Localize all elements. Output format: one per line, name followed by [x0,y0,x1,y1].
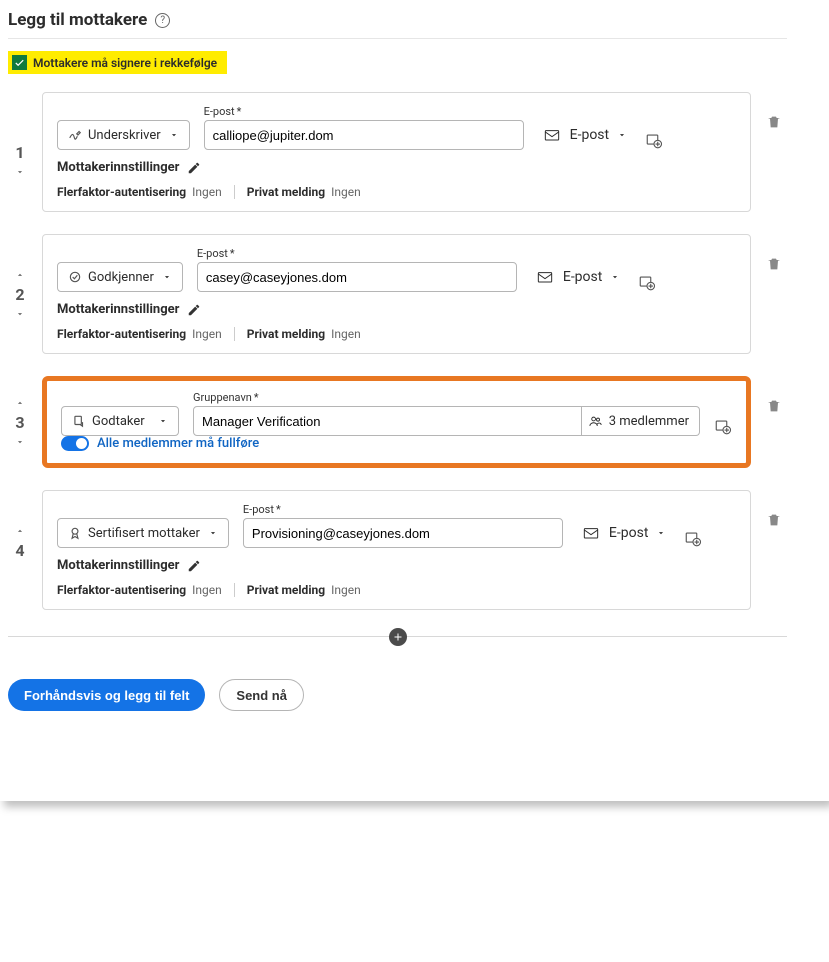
role-label: Underskriver [88,128,161,143]
order-number: 3 [15,413,24,432]
private-message-label: Privat melding [247,583,325,597]
mfa-value: Ingen [192,583,222,597]
toggle-label: Alle medlemmer må fullføre [97,436,259,451]
edit-settings-icon[interactable] [187,559,201,573]
mfa-label: Flerfaktor-autentisering [57,583,186,597]
private-message-label: Privat melding [247,327,325,341]
recipient-settings-heading: Mottakerinnstillinger [57,558,179,573]
mfa-label: Flerfaktor-autentisering [57,185,186,199]
email-label: E-post* [204,105,524,118]
order-column: 3 [8,376,32,468]
group-icon [588,414,603,429]
certified-icon [68,526,82,540]
preview-button[interactable]: Forhåndsvis og legg til felt [8,679,205,711]
email-input[interactable] [243,518,563,548]
delete-recipient-button[interactable] [766,512,782,528]
mfa-label: Flerfaktor-autentisering [57,327,186,341]
private-message-label: Privat melding [247,185,325,199]
role-label: Sertifisert mottaker [88,526,200,541]
role-selector[interactable]: Sertifisert mottaker [57,518,229,548]
sign-order-option[interactable]: Mottakere må signere i rekkefølge [8,51,227,74]
group-name-label: Gruppenavn* [193,391,700,404]
envelope-icon [581,526,601,540]
delete-recipient-button[interactable] [766,114,782,130]
role-label: Godtaker [92,414,145,429]
delivery-method-selector[interactable]: E-post [538,120,631,150]
recipient-options-icon[interactable] [645,132,663,150]
signer-icon [68,128,82,142]
delivery-method-selector[interactable]: E-post [531,262,624,292]
delivery-label: E-post [570,127,609,143]
checkbox-checked-icon [12,55,27,70]
private-message-value: Ingen [331,327,361,341]
private-message-value: Ingen [331,185,361,199]
recipient-card: Godtaker Gruppenavn* 3 medlemmer Alle medle… [42,376,751,468]
envelope-icon [542,128,562,142]
help-icon[interactable]: ? [155,13,170,28]
recipient-options-icon[interactable] [638,274,656,292]
members-count: 3 medlemmer [609,414,689,429]
delivery-label: E-post [563,269,602,285]
recipient-row: 1 Underskriver E-post* E-post Mottakerinnsti… [8,92,787,212]
mfa-value: Ingen [192,185,222,199]
email-input[interactable] [204,120,524,150]
recipient-card: Sertifisert mottaker E-post* E-post Mottake… [42,490,751,610]
acceptor-icon [72,414,86,428]
delete-recipient-button[interactable] [766,398,782,414]
role-label: Godkjenner [88,270,154,285]
move-down-button[interactable] [12,436,28,448]
approver-icon [68,270,82,284]
recipient-card: Underskriver E-post* E-post Mottakerinnstil… [42,92,751,212]
order-number: 1 [15,143,24,162]
email-input[interactable] [197,262,517,292]
page-title: Legg til mottakere [8,10,147,30]
add-recipient-button[interactable] [389,628,407,646]
order-column: 2 [8,234,32,354]
all-members-toggle[interactable] [61,436,89,451]
role-selector[interactable]: Godkjenner [57,262,183,292]
recipient-row: 3 Godtaker Gruppenavn* 3 medlemmer Alle medl… [8,376,787,468]
envelope-icon [535,270,555,284]
group-name-input[interactable] [193,406,582,436]
order-column: 1 [8,92,32,212]
recipient-row: 2 Godkjenner E-post* E-post Mottakerinnstill… [8,234,787,354]
mfa-value: Ingen [192,327,222,341]
move-down-button[interactable] [12,308,28,320]
move-down-button[interactable] [12,166,28,178]
order-number: 4 [15,541,24,560]
order-column: 4 [8,490,32,610]
move-up-button[interactable] [12,397,28,409]
role-selector[interactable]: Godtaker [61,406,179,436]
recipient-row: 4 Sertifisert mottaker E-post* E-post Mottak… [8,490,787,610]
recipient-options-icon[interactable] [714,418,732,436]
edit-settings-icon[interactable] [187,161,201,175]
private-message-value: Ingen [331,583,361,597]
recipient-options-icon[interactable] [684,530,702,548]
email-label: E-post* [197,247,517,260]
delete-recipient-button[interactable] [766,256,782,272]
move-up-button[interactable] [12,525,28,537]
delivery-label: E-post [609,525,648,541]
role-selector[interactable]: Underskriver [57,120,190,150]
recipient-settings-heading: Mottakerinnstillinger [57,160,179,175]
send-button[interactable]: Send nå [219,679,304,711]
email-label: E-post* [243,503,563,516]
order-number: 2 [15,285,24,304]
move-up-button[interactable] [12,269,28,281]
group-members-button[interactable]: 3 medlemmer [578,406,700,436]
edit-settings-icon[interactable] [187,303,201,317]
delivery-method-selector[interactable]: E-post [577,518,670,548]
recipient-card: Godkjenner E-post* E-post Mottakerinnstilli… [42,234,751,354]
sign-order-label: Mottakere må signere i rekkefølge [33,56,217,70]
recipient-settings-heading: Mottakerinnstillinger [57,302,179,317]
